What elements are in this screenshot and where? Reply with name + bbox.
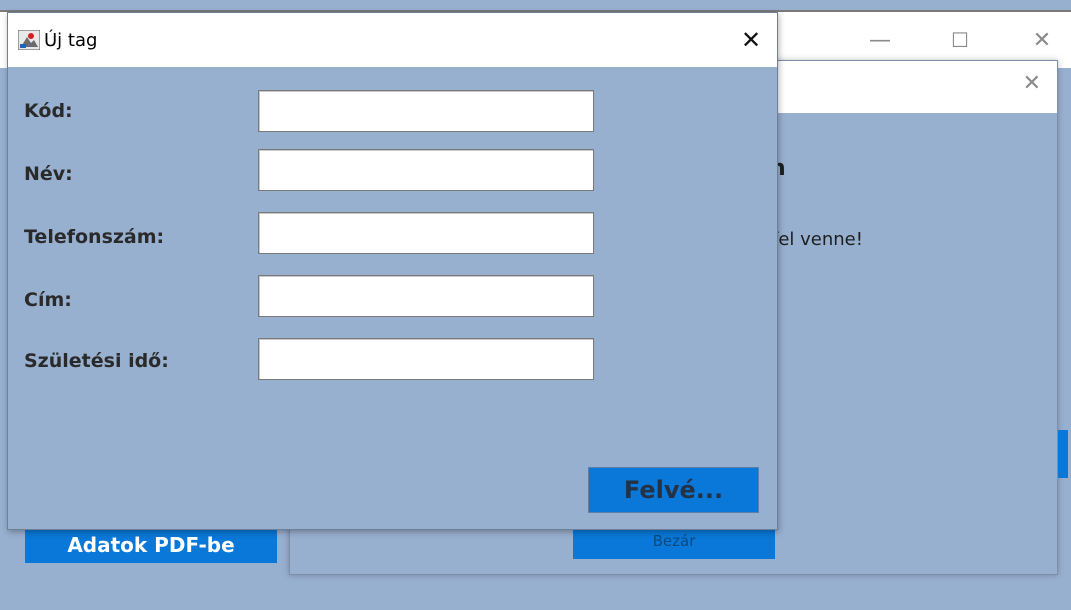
close-icon[interactable]: ✕ — [1023, 71, 1041, 96]
phone-field[interactable] — [258, 212, 594, 254]
address-label: Cím: — [24, 289, 72, 311]
new-member-dialog: Új tag ✕ Kód: Név: Telefonszám: Cím: Szü… — [7, 12, 778, 530]
close-icon[interactable]: ✕ — [733, 23, 769, 57]
app-icon — [18, 30, 40, 50]
background-dialog-side-button[interactable] — [1058, 430, 1068, 478]
minimize-icon[interactable]: — — [860, 22, 900, 58]
phone-label: Telefonszám: — [24, 226, 165, 248]
address-field[interactable] — [258, 275, 594, 317]
code-field[interactable] — [258, 90, 594, 132]
birth-date-field[interactable] — [258, 338, 594, 380]
background-dialog-message: fel venne! — [772, 229, 863, 250]
close-icon[interactable]: ✕ — [1022, 22, 1062, 58]
birth-date-label: Születési idő: — [24, 350, 169, 372]
dialog-titlebar: Új tag ✕ — [8, 13, 777, 67]
dialog-title: Új tag — [44, 30, 98, 51]
add-member-button[interactable]: Felvé... — [588, 467, 759, 513]
name-field[interactable] — [258, 149, 594, 191]
code-label: Kód: — [24, 100, 73, 122]
pdf-export-button[interactable]: Adatok PDF-be — [25, 527, 277, 563]
name-label: Név: — [24, 163, 73, 185]
maximize-icon[interactable]: ☐ — [940, 22, 980, 58]
